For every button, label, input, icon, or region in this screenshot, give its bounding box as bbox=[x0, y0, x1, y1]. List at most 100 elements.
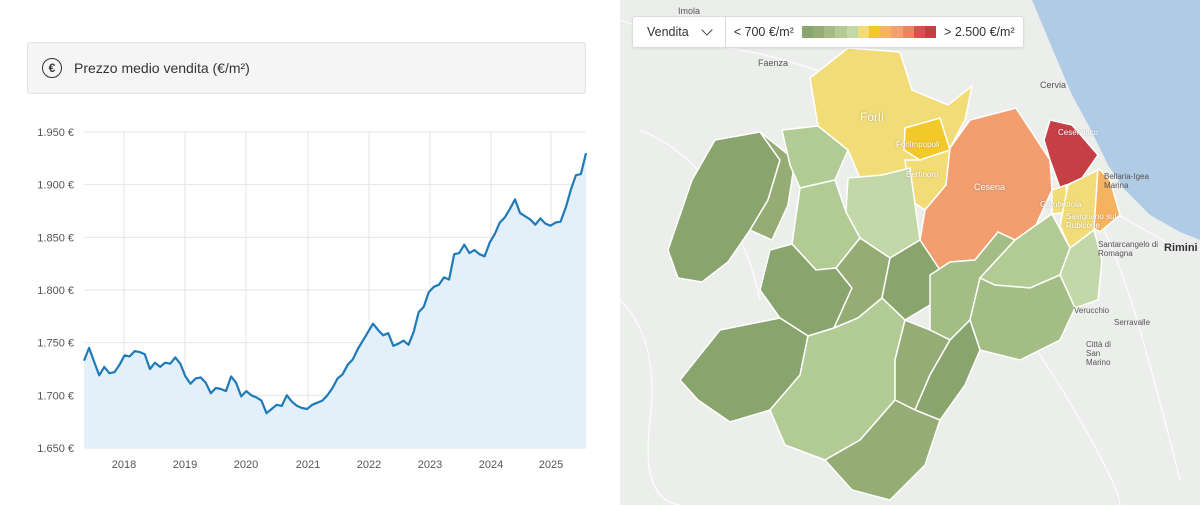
map-label-bertinoro: Bertinoro bbox=[906, 170, 939, 179]
data-point bbox=[274, 402, 279, 407]
map-legend: Vendita < 700 €/m² > 2.500 €/m² bbox=[632, 16, 1024, 48]
data-point bbox=[447, 277, 452, 282]
data-point bbox=[391, 343, 396, 348]
data-point bbox=[396, 341, 401, 346]
data-point bbox=[223, 389, 228, 394]
data-point bbox=[330, 385, 335, 390]
data-point bbox=[112, 370, 117, 375]
data-point bbox=[173, 355, 178, 360]
data-point bbox=[188, 381, 193, 386]
data-point bbox=[376, 328, 381, 333]
data-point bbox=[573, 173, 578, 178]
legend-scale-step bbox=[801, 26, 814, 38]
data-point bbox=[92, 359, 97, 364]
data-point bbox=[305, 407, 310, 412]
data-point bbox=[229, 374, 234, 379]
data-point bbox=[107, 371, 112, 376]
data-point bbox=[386, 331, 391, 336]
price-map[interactable]: Vendita < 700 €/m² > 2.500 €/m² Imola Fa… bbox=[620, 0, 1200, 505]
chart-area bbox=[82, 152, 588, 448]
legend-scale-step bbox=[924, 26, 937, 38]
data-point bbox=[325, 393, 330, 398]
data-point bbox=[208, 391, 213, 396]
y-tick-label: 1.700 € bbox=[37, 390, 74, 402]
region-east-3[interactable] bbox=[969, 274, 1076, 361]
data-point bbox=[234, 380, 239, 385]
x-tick-label: 2024 bbox=[479, 459, 503, 471]
map-label-bellaria: Bellaria-Igea Marina bbox=[1104, 172, 1149, 190]
data-point bbox=[132, 349, 137, 354]
data-point bbox=[558, 219, 563, 224]
data-point bbox=[239, 394, 244, 399]
data-point bbox=[340, 372, 345, 377]
data-point bbox=[436, 282, 441, 287]
data-point bbox=[254, 395, 259, 400]
data-point bbox=[431, 284, 436, 289]
data-point bbox=[457, 251, 462, 256]
map-label-faenza: Faenza bbox=[758, 58, 789, 68]
data-point bbox=[168, 361, 173, 366]
municipalities bbox=[667, 47, 1121, 501]
data-point bbox=[163, 360, 168, 365]
data-point bbox=[578, 172, 583, 177]
data-point bbox=[487, 240, 492, 245]
data-point bbox=[122, 353, 127, 358]
data-point bbox=[320, 398, 325, 403]
y-tick-label: 1.750 € bbox=[37, 338, 74, 350]
map-label-savignano: Savignano sul Rubicone bbox=[1066, 212, 1117, 230]
data-point bbox=[244, 389, 249, 394]
x-tick-label: 2018 bbox=[112, 459, 136, 471]
data-point bbox=[117, 362, 122, 367]
x-tick-label: 2022 bbox=[357, 459, 381, 471]
data-point bbox=[421, 304, 426, 309]
data-point bbox=[198, 375, 203, 380]
data-point bbox=[310, 402, 315, 407]
legend-min-label: < 700 €/m² bbox=[733, 25, 794, 39]
legend-scale-step bbox=[857, 26, 869, 38]
data-point bbox=[492, 232, 497, 237]
data-point bbox=[482, 254, 487, 259]
data-point bbox=[538, 216, 543, 221]
legend-scale-step bbox=[891, 26, 903, 38]
map-label-cesenatico: Cesenatico bbox=[1058, 128, 1099, 137]
x-tick-label: 2023 bbox=[418, 459, 442, 471]
legend-scale-step bbox=[813, 26, 825, 38]
map-label-rimini: Rimini bbox=[1164, 242, 1198, 254]
data-point bbox=[269, 407, 274, 412]
data-point bbox=[513, 197, 518, 202]
legend-scale-step bbox=[880, 26, 892, 38]
data-point bbox=[523, 214, 528, 219]
data-point bbox=[102, 364, 107, 369]
data-point bbox=[416, 310, 421, 315]
price-chart-panel: € Prezzo medio vendita (€/m²) 1.950 €1.9… bbox=[0, 0, 620, 505]
data-point bbox=[183, 374, 188, 379]
data-point bbox=[355, 346, 360, 351]
data-point bbox=[507, 206, 512, 211]
map-label-cesena: Cesena bbox=[974, 182, 1006, 192]
legend-scale-step bbox=[824, 26, 836, 38]
data-point bbox=[158, 364, 163, 369]
data-point bbox=[401, 338, 406, 343]
data-point bbox=[147, 367, 152, 372]
mode-dropdown[interactable]: Vendita bbox=[633, 17, 726, 47]
data-point bbox=[294, 403, 299, 408]
data-point bbox=[87, 345, 92, 350]
data-point bbox=[381, 333, 386, 338]
data-point bbox=[259, 398, 264, 403]
data-point bbox=[137, 350, 142, 355]
data-point bbox=[289, 399, 294, 404]
data-point bbox=[335, 376, 340, 381]
data-point bbox=[365, 330, 370, 335]
data-point bbox=[97, 373, 102, 378]
data-point bbox=[371, 321, 376, 326]
data-point bbox=[426, 290, 431, 295]
x-tick-label: 2020 bbox=[234, 459, 258, 471]
y-tick-label: 1.900 € bbox=[37, 180, 74, 192]
data-point bbox=[477, 252, 482, 257]
price-line-chart[interactable]: 1.950 € 1.900 € 1.850 € 1.800 € 1.750 € 1.700… bbox=[0, 0, 620, 505]
data-point bbox=[315, 400, 320, 405]
data-point bbox=[452, 252, 457, 257]
data-point bbox=[502, 215, 507, 220]
map-label-gambettola: Gambettola bbox=[1040, 200, 1082, 209]
data-point bbox=[360, 338, 365, 343]
